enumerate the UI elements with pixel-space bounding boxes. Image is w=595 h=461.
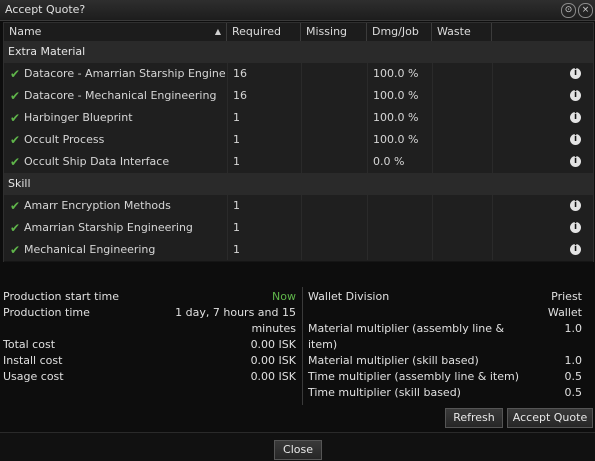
row-required: 1 bbox=[233, 111, 240, 124]
row-required: 1 bbox=[233, 155, 240, 168]
row-name: Datacore - Mechanical Engineering bbox=[24, 89, 217, 102]
install-cost-value: 0.00 ISK bbox=[250, 354, 296, 367]
row-dmg: 100.0 % bbox=[373, 111, 419, 124]
group-header-skill[interactable]: Skill bbox=[4, 173, 593, 195]
column-missing[interactable]: Missing bbox=[301, 23, 367, 41]
close-icon[interactable]: × bbox=[578, 3, 593, 18]
group-label: Extra Material bbox=[8, 45, 86, 58]
row-dmg: 100.0 % bbox=[373, 133, 419, 146]
row-dmg: 100.0 % bbox=[373, 89, 419, 102]
checkmark-icon: ✔ bbox=[10, 111, 21, 125]
column-divider bbox=[492, 41, 493, 260]
column-required[interactable]: Required bbox=[227, 23, 301, 41]
table-row[interactable]: ✔ Datacore - Amarrian Starship Engine 16… bbox=[4, 63, 593, 86]
material-multiplier-skill-value: 1.0 bbox=[564, 354, 583, 367]
wallet-division-value-2[interactable]: Wallet bbox=[500, 306, 582, 319]
production-time-value-2: minutes bbox=[251, 322, 296, 335]
info-icon[interactable]: i bbox=[570, 222, 581, 233]
row-name: Harbinger Blueprint bbox=[24, 111, 133, 124]
column-waste[interactable]: Waste bbox=[432, 23, 492, 41]
column-waste-label: Waste bbox=[437, 25, 471, 38]
material-multiplier-line-label-2: item) bbox=[308, 338, 338, 351]
row-name: Occult Process bbox=[24, 133, 105, 146]
table-row[interactable]: ✔ Datacore - Mechanical Engineering 16 1… bbox=[4, 85, 593, 108]
checkmark-icon: ✔ bbox=[10, 243, 21, 257]
minimize-icon[interactable]: ⊙ bbox=[561, 3, 576, 18]
row-required: 16 bbox=[233, 67, 247, 80]
checkmark-icon: ✔ bbox=[10, 89, 21, 103]
column-divider bbox=[432, 41, 433, 260]
column-dmg-job[interactable]: Dmg/Job bbox=[367, 23, 432, 41]
info-icon[interactable]: i bbox=[570, 200, 581, 211]
total-cost-value: 0.00 ISK bbox=[250, 338, 296, 351]
table-row[interactable]: ✔ Occult Process 1 100.0 % i bbox=[4, 129, 593, 152]
row-required: 1 bbox=[233, 243, 240, 256]
production-start-value: Now bbox=[272, 290, 296, 303]
table-row[interactable]: ✔ Occult Ship Data Interface 1 0.0 % i bbox=[4, 151, 593, 174]
table-header: Name ▲ Required Missing Dmg/Job Waste bbox=[4, 23, 593, 42]
checkmark-icon: ✔ bbox=[10, 133, 21, 147]
table-row[interactable]: ✔ Amarr Encryption Methods 1 i bbox=[4, 195, 593, 218]
checkmark-icon: ✔ bbox=[10, 67, 21, 81]
row-required: 1 bbox=[233, 199, 240, 212]
accept-quote-button[interactable]: Accept Quote bbox=[507, 408, 593, 428]
checkmark-icon: ✔ bbox=[10, 199, 21, 213]
time-multiplier-skill-value: 0.5 bbox=[564, 386, 583, 399]
title-bar: Accept Quote? ⊙ × bbox=[0, 0, 595, 21]
info-icon[interactable]: i bbox=[570, 156, 581, 167]
usage-cost-value: 0.00 ISK bbox=[250, 370, 296, 383]
column-divider bbox=[301, 41, 302, 260]
production-start-label: Production start time bbox=[3, 290, 119, 303]
table-row[interactable]: ✔ Harbinger Blueprint 1 100.0 % i bbox=[4, 107, 593, 130]
wallet-division-label: Wallet Division bbox=[308, 290, 390, 303]
material-multiplier-line-value: 1.0 bbox=[564, 322, 583, 335]
column-name-label: Name bbox=[9, 25, 42, 38]
row-required: 1 bbox=[233, 221, 240, 234]
close-button[interactable]: Close bbox=[274, 440, 322, 460]
row-required: 16 bbox=[233, 89, 247, 102]
row-required: 1 bbox=[233, 133, 240, 146]
time-multiplier-line-label: Time multiplier (assembly line & item) bbox=[308, 370, 519, 383]
group-label: Skill bbox=[8, 177, 31, 190]
column-divider bbox=[367, 41, 368, 260]
panel-divider bbox=[302, 287, 303, 405]
info-icon[interactable]: i bbox=[570, 112, 581, 123]
row-name: Datacore - Amarrian Starship Engine bbox=[24, 67, 226, 80]
refresh-button[interactable]: Refresh bbox=[445, 408, 503, 428]
info-icon[interactable]: i bbox=[570, 68, 581, 79]
column-dmg-job-label: Dmg/Job bbox=[372, 25, 419, 38]
material-multiplier-skill-label: Material multiplier (skill based) bbox=[308, 354, 479, 367]
time-multiplier-line-value: 0.5 bbox=[564, 370, 583, 383]
sort-arrow-icon: ▲ bbox=[214, 27, 221, 36]
row-dmg: 0.0 % bbox=[373, 155, 405, 168]
table-row[interactable]: ✔ Mechanical Engineering 1 i bbox=[4, 239, 593, 262]
total-cost-label: Total cost bbox=[3, 338, 56, 351]
wallet-division-value[interactable]: Priest bbox=[500, 290, 582, 303]
window-title: Accept Quote? bbox=[5, 3, 86, 16]
info-icon[interactable]: i bbox=[570, 90, 581, 101]
row-name: Amarr Encryption Methods bbox=[24, 199, 171, 212]
info-icon[interactable]: i bbox=[570, 134, 581, 145]
row-name: Amarrian Starship Engineering bbox=[24, 221, 193, 234]
install-cost-label: Install cost bbox=[3, 354, 63, 367]
column-required-label: Required bbox=[232, 25, 281, 38]
production-time-value: 1 day, 7 hours and 15 bbox=[175, 306, 296, 319]
row-name: Mechanical Engineering bbox=[24, 243, 156, 256]
checkmark-icon: ✔ bbox=[10, 155, 21, 169]
row-dmg: 100.0 % bbox=[373, 67, 419, 80]
usage-cost-label: Usage cost bbox=[3, 370, 64, 383]
table-row[interactable]: ✔ Amarrian Starship Engineering 1 i bbox=[4, 217, 593, 240]
column-name[interactable]: Name ▲ bbox=[4, 23, 227, 41]
production-time-label: Production time bbox=[3, 306, 90, 319]
material-multiplier-line-label: Material multiplier (assembly line & bbox=[308, 322, 505, 335]
info-icon[interactable]: i bbox=[570, 244, 581, 255]
materials-table: Name ▲ Required Missing Dmg/Job Waste Ex… bbox=[3, 22, 594, 262]
checkmark-icon: ✔ bbox=[10, 221, 21, 235]
time-multiplier-skill-label: Time multiplier (skill based) bbox=[308, 386, 461, 399]
group-header-extra-material[interactable]: Extra Material bbox=[4, 41, 593, 63]
row-name: Occult Ship Data Interface bbox=[24, 155, 170, 168]
column-missing-label: Missing bbox=[306, 25, 348, 38]
column-divider bbox=[227, 41, 228, 260]
